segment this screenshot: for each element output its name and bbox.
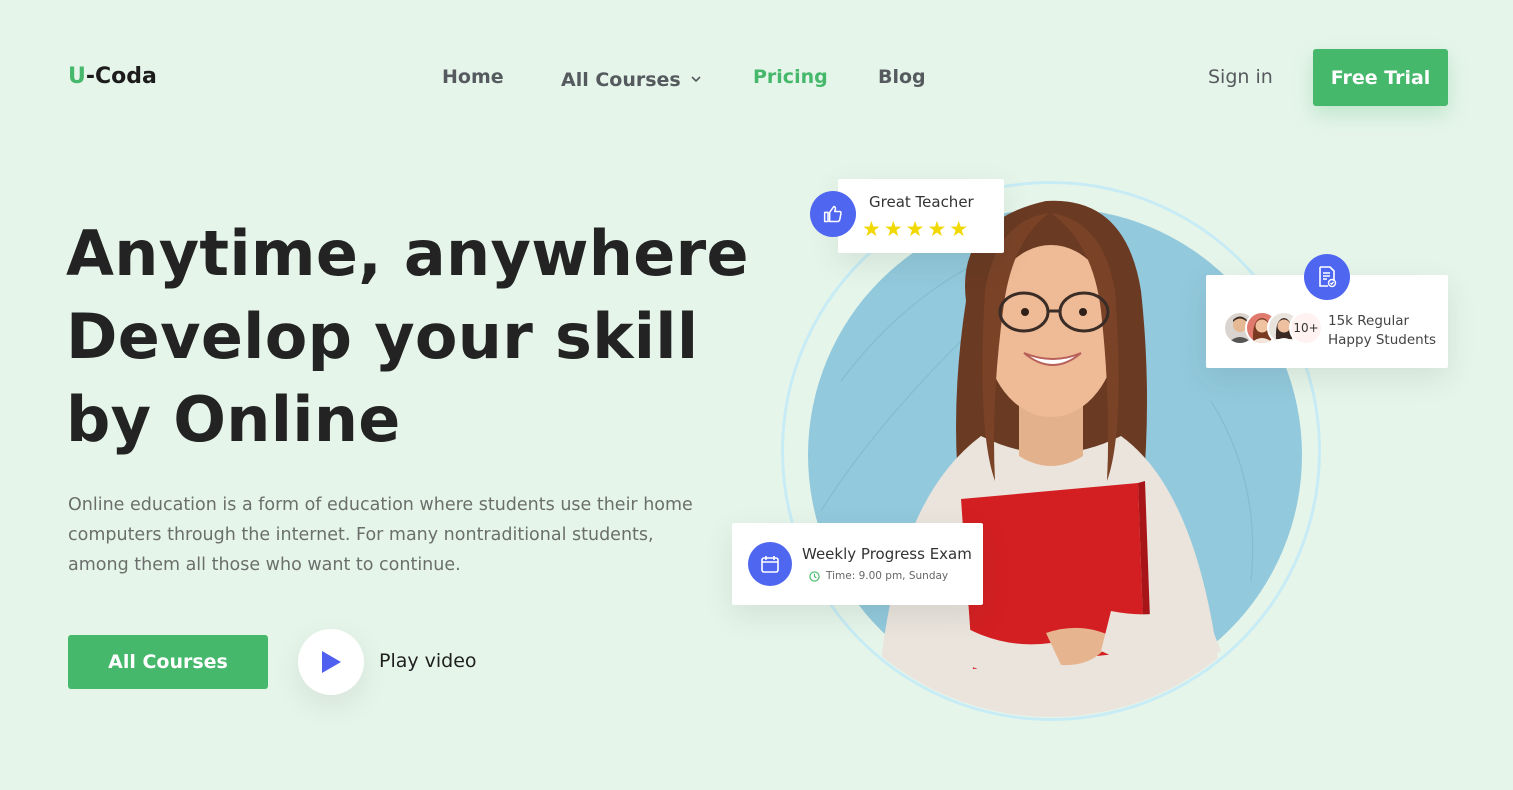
great-teacher-title: Great Teacher bbox=[869, 193, 974, 211]
free-trial-button[interactable]: Free Trial bbox=[1313, 49, 1448, 106]
clock-icon bbox=[809, 570, 820, 582]
logo[interactable]: U-Coda bbox=[68, 64, 157, 89]
sign-in-link[interactable]: Sign in bbox=[1208, 66, 1273, 88]
hero-description-line: computers through the internet. For many… bbox=[68, 525, 654, 545]
students-line-1: 15k Regular bbox=[1328, 313, 1410, 329]
student-photo bbox=[820, 200, 1254, 717]
hero-title: Anytime, anywhere Develop your skill by … bbox=[66, 212, 749, 461]
nav-all-courses[interactable]: All Courses bbox=[561, 66, 701, 91]
rating-stars: ★★★★★ bbox=[862, 217, 972, 241]
document-check-icon bbox=[1304, 254, 1350, 300]
more-students-badge: 10+ bbox=[1289, 311, 1323, 345]
chevron-down-icon bbox=[691, 66, 701, 88]
logo-accent: U bbox=[68, 64, 86, 89]
weekly-exam-card: Weekly Progress Exam Time: 9.00 pm, Sund… bbox=[732, 523, 983, 605]
play-icon bbox=[322, 651, 341, 673]
all-courses-button[interactable]: All Courses bbox=[68, 635, 268, 689]
hero-description: Online education is a form of education … bbox=[68, 490, 708, 580]
exam-time: Time: 9.00 pm, Sunday bbox=[809, 570, 948, 582]
exam-time-text: Time: 9.00 pm, Sunday bbox=[826, 570, 949, 582]
thumbs-up-icon bbox=[810, 191, 856, 237]
hero-description-line: among them all those who want to continu… bbox=[68, 555, 461, 575]
nav-home[interactable]: Home bbox=[442, 66, 504, 88]
students-text: 15k Regular Happy Students bbox=[1328, 312, 1436, 350]
logo-text: -Coda bbox=[85, 64, 157, 89]
calendar-icon bbox=[748, 542, 792, 586]
hero-description-line: Online education is a form of education … bbox=[68, 495, 693, 515]
nav-blog[interactable]: Blog bbox=[878, 66, 926, 88]
student-avatars: 10+ bbox=[1223, 311, 1333, 345]
play-video-label[interactable]: Play video bbox=[379, 650, 477, 672]
hero-title-line: Anytime, anywhere bbox=[66, 217, 749, 290]
nav-pricing[interactable]: Pricing bbox=[753, 66, 828, 88]
students-line-2: Happy Students bbox=[1328, 332, 1437, 348]
hero-title-line: by Online bbox=[66, 383, 401, 456]
hero-title-line: Develop your skill bbox=[66, 300, 699, 373]
great-teacher-card: Great Teacher ★★★★★ bbox=[838, 179, 1004, 253]
exam-title: Weekly Progress Exam bbox=[802, 545, 972, 563]
play-video-button[interactable] bbox=[298, 629, 364, 695]
nav-all-courses-label: All Courses bbox=[561, 69, 681, 91]
